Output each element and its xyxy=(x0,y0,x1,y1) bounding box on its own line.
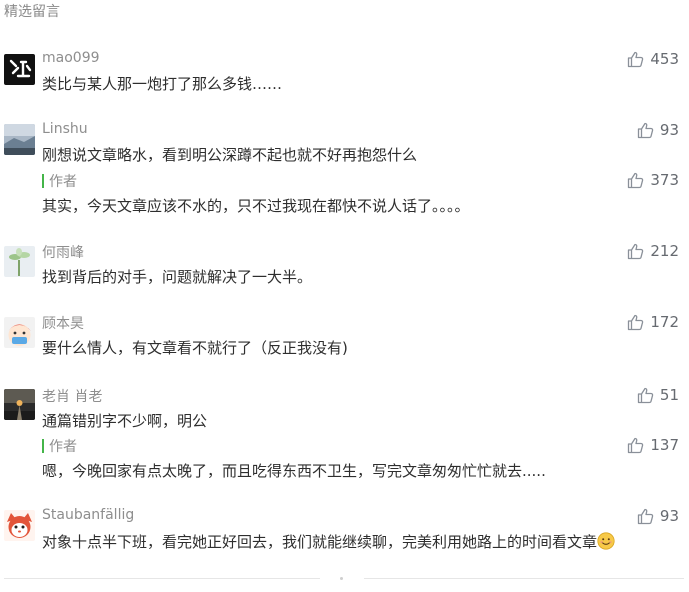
section-title: 精选留言 xyxy=(4,4,60,20)
comment-text: 要什么情人，有文章看不就行了（反正我没有) xyxy=(42,339,348,357)
thumbs-up-icon xyxy=(628,437,644,453)
like-button[interactable]: 172 xyxy=(627,313,679,331)
comment-text: 类比与某人那一炮打了那么多钱…… xyxy=(42,75,283,93)
author-reply-label: 作者 xyxy=(42,171,77,191)
like-button[interactable]: 212 xyxy=(627,242,679,260)
author-marker xyxy=(42,174,44,188)
like-count: 137 xyxy=(650,436,679,454)
avatar[interactable] xyxy=(4,124,35,155)
like-count: 93 xyxy=(659,121,679,139)
commenter-name[interactable]: 何雨峰 xyxy=(42,242,84,262)
comment-text: 找到背后的对手，问题就解决了一大半。 xyxy=(42,268,313,286)
avatar[interactable] xyxy=(4,54,35,85)
like-button[interactable]: 51 xyxy=(637,386,679,404)
divider-dot xyxy=(340,577,343,580)
comment-text: 通篇错别字不少啊，明公 xyxy=(42,412,208,430)
divider xyxy=(364,578,684,579)
author-reply-label: 作者 xyxy=(42,436,77,456)
like-button[interactable]: 453 xyxy=(627,50,679,68)
smile-emoji-icon xyxy=(597,532,615,550)
reply-like-button[interactable]: 373 xyxy=(627,171,679,189)
commenter-name[interactable]: 顾本昊 xyxy=(42,313,84,333)
thumbs-up-icon xyxy=(628,51,644,67)
avatar[interactable] xyxy=(4,246,35,277)
like-count: 93 xyxy=(659,507,679,525)
author-marker xyxy=(42,439,44,453)
commenter-name[interactable]: Staubanfällig xyxy=(42,507,134,523)
comment-text: 刚想说文章略水，看到明公深蹲不起也就不好再抱怨什么 xyxy=(42,146,418,164)
thumbs-up-icon xyxy=(628,172,644,188)
like-count: 51 xyxy=(659,386,679,404)
like-button[interactable]: 93 xyxy=(637,121,679,139)
like-count: 453 xyxy=(650,50,679,68)
thumbs-up-icon xyxy=(637,122,654,138)
reply-text: 其实，今天文章应该不水的，只不过我现在都快不说人话了。。。。 xyxy=(42,197,470,215)
thumbs-up-icon xyxy=(628,314,644,330)
avatar[interactable] xyxy=(4,389,35,420)
like-count: 373 xyxy=(650,171,679,189)
comment-text: 对象十点半下班，看完她正好回去，我们就能继续聊，完美利用她路上的时间看文章 xyxy=(42,531,615,552)
like-count: 212 xyxy=(650,242,679,260)
reply-text: 嗯，今晚回家有点太晚了，而且吃得东西不卫生，写完文章匆匆忙忙就去..... xyxy=(42,462,546,480)
like-button[interactable]: 93 xyxy=(637,507,679,525)
avatar[interactable] xyxy=(4,317,35,348)
reply-like-button[interactable]: 137 xyxy=(627,436,679,454)
thumbs-up-icon xyxy=(637,387,654,403)
thumbs-up-icon xyxy=(628,243,644,259)
like-count: 172 xyxy=(650,313,679,331)
commenter-name[interactable]: mao099 xyxy=(42,50,100,66)
commenter-name[interactable]: Linshu xyxy=(42,121,88,137)
commenter-name[interactable]: 老肖 肖老 xyxy=(42,386,102,406)
avatar[interactable] xyxy=(4,510,35,541)
divider xyxy=(4,578,320,579)
thumbs-up-icon xyxy=(637,508,654,524)
